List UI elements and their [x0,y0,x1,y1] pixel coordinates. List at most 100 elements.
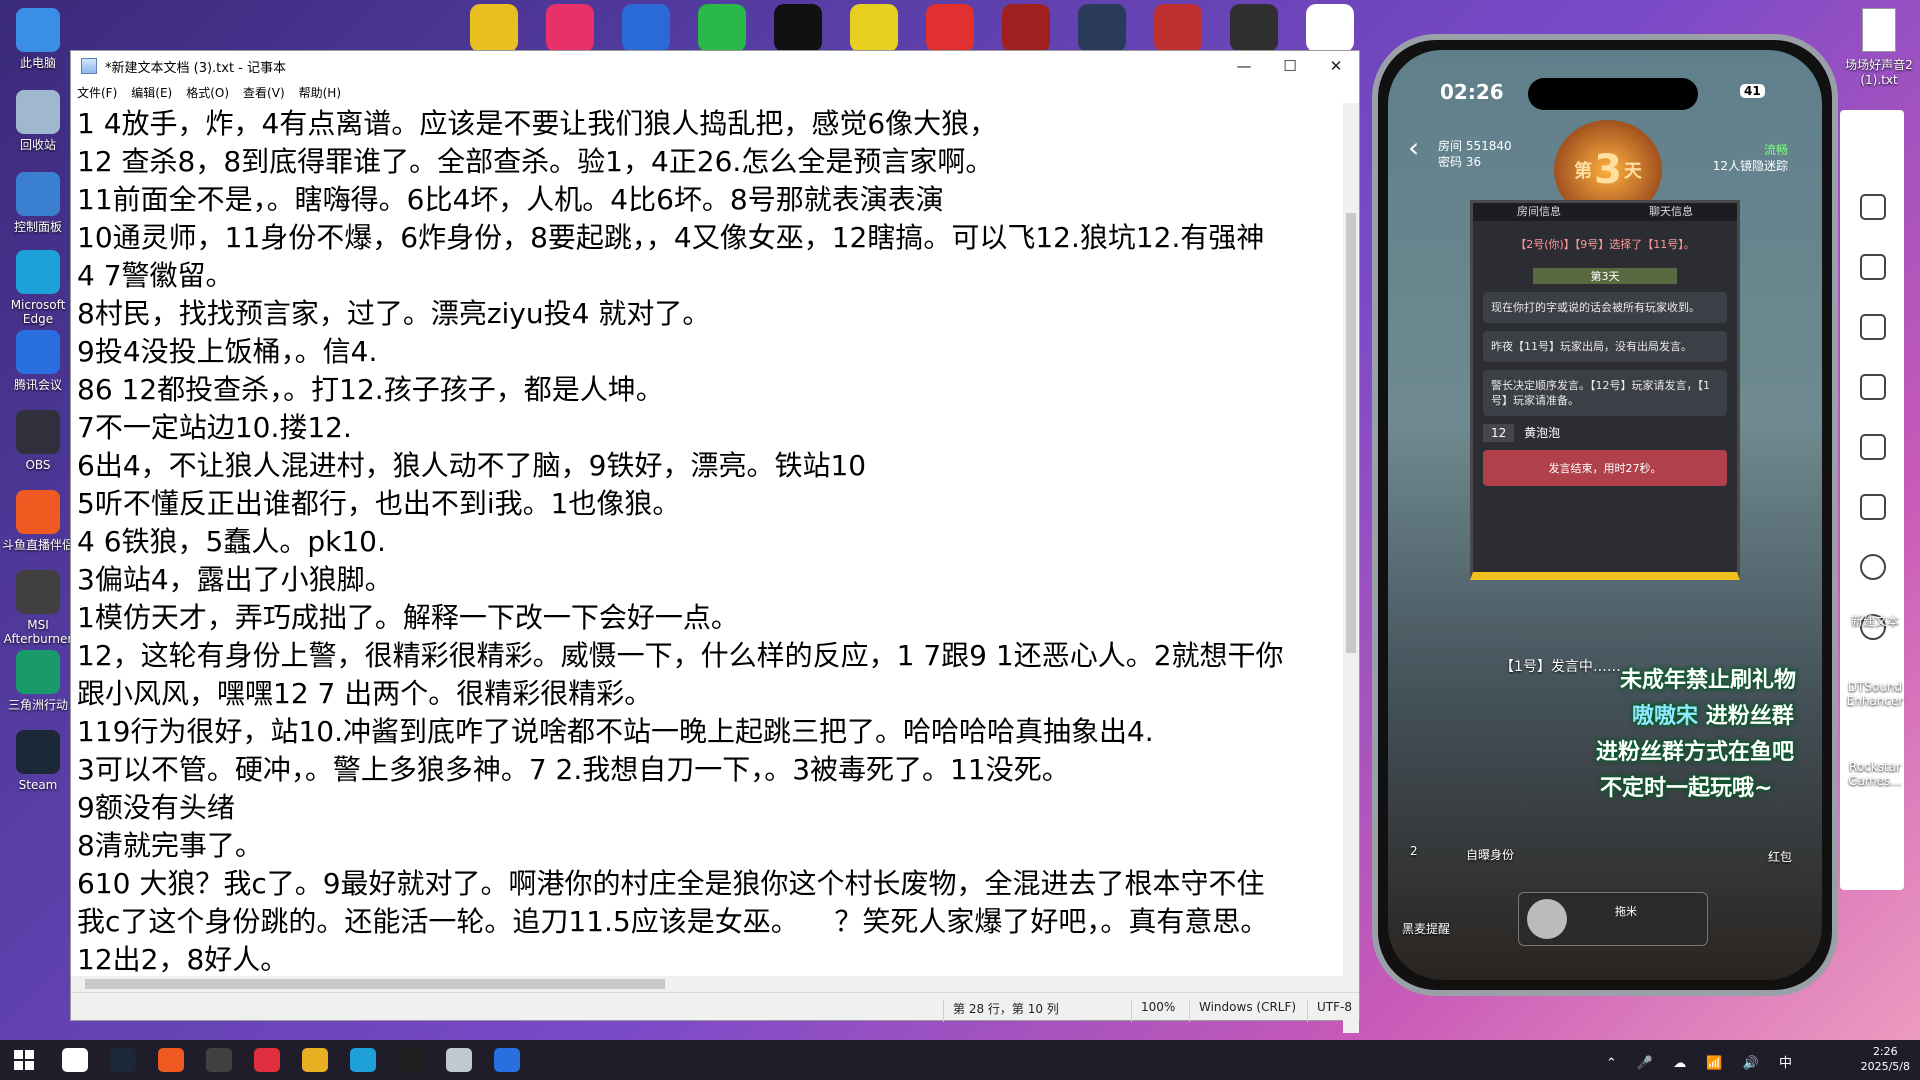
menu-view[interactable]: 查看(V) [243,84,285,101]
screenshot-icon[interactable] [1860,254,1886,280]
scroll-thumb[interactable] [1346,213,1356,653]
text-line: 12出2，8好人。 [77,943,289,976]
taskbar-app-icon[interactable] [206,1048,232,1072]
crop-icon[interactable] [1860,494,1886,520]
desktop-file[interactable]: 场场好声音2 (1).txt [1840,8,1918,87]
chat-message: 警长决定顺序发言。【12号】玩家请发言，【1号】玩家请准备。 [1483,370,1727,416]
app-icon [16,330,60,374]
phone-time: 02:26 [1440,80,1504,104]
taskbar-app-icon[interactable] [774,4,822,52]
tab-chat[interactable]: 聊天信息 [1605,203,1737,221]
taskbar-app-icon[interactable] [158,1048,184,1072]
tab-room-info[interactable]: 房间信息 [1473,203,1605,221]
fullscreen-icon[interactable] [1860,194,1886,220]
taskbar-app-icon[interactable] [398,1048,424,1072]
close-button[interactable]: ✕ [1313,51,1359,81]
game-screen[interactable]: 02:26 41 ‹ 房间 551840 密码 36 第3天 流畅 12人镜隐迷… [1388,50,1822,980]
mic-button[interactable]: 黑麦提醒 [1402,920,1450,937]
desktop-icon[interactable]: 腾讯会议 [2,330,74,392]
text-editor[interactable]: 1 4放手，炸，4有点离谱。应该是不要让我们狼人捣乱把，感觉6像大狼， 12 查杀… [71,103,1345,1033]
app-icon [16,172,60,216]
taskbar-app-icon[interactable] [546,4,594,52]
desktop-icon-label: 此电脑 [19,56,56,70]
desktop-icon[interactable]: Microsoft Edge [2,250,74,326]
vertical-scrollbar[interactable] [1343,103,1359,1033]
desktop-icon[interactable]: DTSound Enhancer [1830,680,1920,708]
text-line: 86 12都投查杀，。打12.孩子孩子，都是人坤。 [77,373,664,406]
desktop-icon[interactable]: MSI Afterburner [2,570,74,646]
desktop-icon[interactable]: 斗鱼直播伴侣 [2,490,74,552]
chat-message: 昨夜【11号】玩家出局，没有出局发言。 [1483,331,1727,362]
desktop-icon[interactable]: Steam [2,730,74,792]
taskbar-app-icon[interactable] [1230,4,1278,52]
text-line: 10通灵师，11身份不爆，6炸身份，8要起跳，，4又像女巫，12瞎搞。可以飞12… [77,221,1265,254]
desktop-icon[interactable]: 新建文本 [1830,612,1920,629]
taskbar-app-icon[interactable] [926,4,974,52]
menu-edit[interactable]: 编辑(E) [131,84,172,101]
desktop-file-label: 场场好声音2 (1).txt [1845,58,1913,87]
desktop-icon-label: Microsoft Edge [10,298,66,326]
taskbar-app-icon[interactable] [1306,4,1354,52]
clock-time: 2:26 [1872,1045,1898,1058]
taskbar-app-icon[interactable] [622,4,670,52]
app-icon [16,410,60,454]
taskbar-app-icon[interactable] [350,1048,376,1072]
text-line: 7不一定站边10.搂12. [77,411,352,444]
maximize-button[interactable]: ☐ [1267,51,1313,81]
taskbar-app-icon[interactable] [302,1048,328,1072]
menu-format[interactable]: 格式(O) [186,84,229,101]
taskbar-app-icon[interactable] [1154,4,1202,52]
taskbar-app-icon[interactable] [494,1048,520,1072]
scroll-thumb[interactable] [85,979,665,989]
chat-day-label: 第3天 [1533,268,1677,284]
app-icon [16,8,60,52]
self-identify-button[interactable]: 自曝身份 [1466,846,1514,863]
notepad-window: *新建文本文档 (3).txt - 记事本 — ☐ ✕ 文件(F) 编辑(E) … [70,50,1360,1033]
title-bar[interactable]: *新建文本文档 (3).txt - 记事本 — ☐ ✕ [71,51,1359,81]
gear-icon[interactable] [1860,554,1886,580]
banner-no-minors: 未成年禁止刷礼物 [1620,668,1797,693]
window-title: *新建文本文档 (3).txt - 记事本 [105,60,287,76]
rocket-icon[interactable] [1860,434,1886,460]
cast-icon[interactable] [1860,374,1886,400]
clock[interactable]: 2:26 2025/5/8 [1861,1044,1910,1074]
record-icon[interactable] [1860,314,1886,340]
text-line: 3偏站4，露出了小狼脚。 [77,563,393,596]
desktop-icon[interactable]: 回收站 [2,90,74,152]
taskbar-app-icon[interactable] [62,1048,88,1072]
taskbar-app-icon[interactable] [110,1048,136,1072]
desktop-icon[interactable]: Rockstar Games... [1830,760,1920,788]
app-icon [16,570,60,614]
windows-start-icon[interactable] [14,1050,34,1070]
horizontal-scrollbar[interactable] [71,976,1345,992]
day-number: 3 [1594,147,1622,193]
text-line: 9额没有头绪 [77,791,235,824]
desktop-icon[interactable]: 此电脑 [2,8,74,70]
red-packet-button[interactable]: 红包 [1768,848,1792,865]
taskbar-app-icon[interactable] [698,4,746,52]
desktop-icon[interactable]: 控制面板 [2,172,74,234]
system-tray-icons[interactable]: ⌃ 🎤 ☁ 📶 🔊 中 [1606,1052,1800,1071]
desktop-icon[interactable]: OBS [2,410,74,472]
speaker-name: 黄泡泡 [1524,426,1561,440]
file-icon [1862,8,1896,52]
minimize-button[interactable]: — [1221,51,1267,81]
taskbar-app-icon[interactable] [1002,4,1050,52]
taskbar-app-icon[interactable] [446,1048,472,1072]
avatar [1527,899,1567,939]
taskbar-app-icon[interactable] [1078,4,1126,52]
back-icon[interactable]: ‹ [1408,134,1419,162]
app-icon [16,490,60,534]
day-suffix: 天 [1623,161,1642,182]
bottom-user-card[interactable]: 拖米 [1518,892,1708,946]
taskbar-app-icon[interactable] [850,4,898,52]
text-line: 8村民，找找预言家，过了。漂亮ziyu投4 就对了。 [77,297,711,330]
menu-file[interactable]: 文件(F) [77,84,117,101]
taskbar-app-icon[interactable] [470,4,518,52]
desktop-icon[interactable]: 三角洲行动 [2,650,74,712]
ime-indicator[interactable]: 中 [1779,1056,1800,1071]
divider [943,1000,944,1022]
menu-help[interactable]: 帮助(H) [299,84,341,101]
game-mode: 12人镜隐迷踪 [1712,159,1788,173]
taskbar-app-icon[interactable] [254,1048,280,1072]
